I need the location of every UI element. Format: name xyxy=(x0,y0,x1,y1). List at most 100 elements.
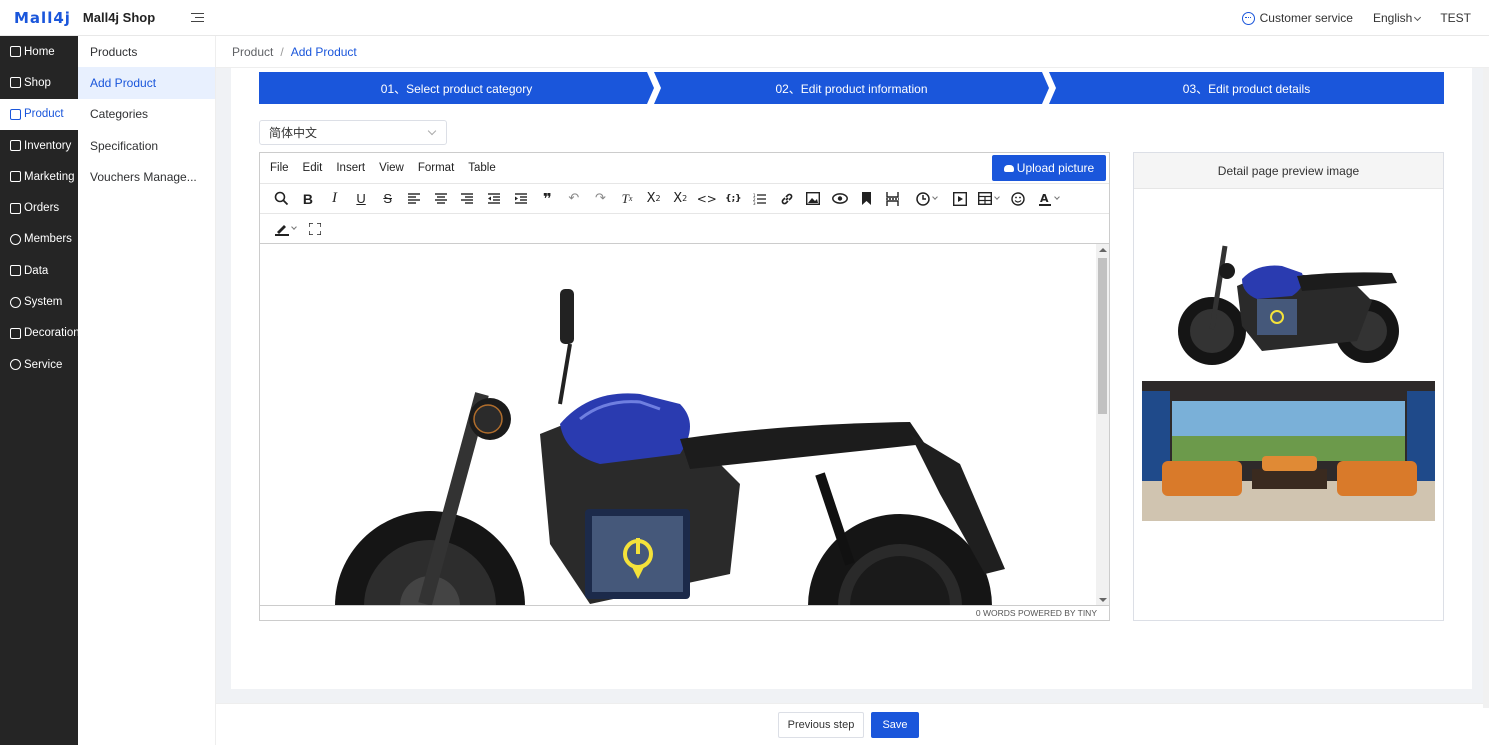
gift-icon xyxy=(10,171,21,183)
outdent-icon[interactable] xyxy=(481,188,508,210)
menu-collapse-icon[interactable] xyxy=(191,12,205,23)
sidebar-item-data[interactable]: Data xyxy=(0,255,78,286)
bookmark-icon[interactable] xyxy=(853,188,880,210)
user-menu[interactable]: TEST xyxy=(1440,11,1471,25)
subscript-icon[interactable]: X2 xyxy=(640,188,667,210)
fullscreen-icon[interactable] xyxy=(302,218,329,240)
data-icon xyxy=(10,265,21,277)
decoration-icon xyxy=(10,327,21,339)
preview-icon[interactable] xyxy=(826,188,853,210)
italic-icon[interactable]: I xyxy=(321,188,348,210)
code-sample-icon[interactable]: {;} xyxy=(720,188,747,210)
highlight-color-icon[interactable] xyxy=(268,218,302,240)
previous-step-button[interactable]: Previous step xyxy=(778,712,864,738)
logo: Mall4j xyxy=(14,8,71,27)
scroll-up-icon[interactable] xyxy=(1099,248,1107,252)
editor-content-area[interactable] xyxy=(260,244,1098,606)
sidebar-item-label: Shop xyxy=(24,76,51,89)
svg-text:A: A xyxy=(1040,192,1049,205)
chevron-down-icon xyxy=(1054,193,1060,200)
content-language-select[interactable]: 简体中文 xyxy=(259,120,447,145)
sidebar-item-marketing[interactable]: Marketing xyxy=(0,161,78,192)
sidebar-item-product[interactable]: Product xyxy=(0,98,78,130)
preview-motorcycle-image xyxy=(1178,245,1399,365)
indent-icon[interactable] xyxy=(507,188,534,210)
home-icon xyxy=(10,46,21,58)
submenu-item-categories[interactable]: Categories xyxy=(78,99,215,130)
align-right-icon[interactable] xyxy=(454,188,481,210)
sidebar-item-system[interactable]: System xyxy=(0,286,78,317)
align-left-icon[interactable] xyxy=(401,188,428,210)
emoji-icon[interactable] xyxy=(1005,188,1032,210)
breadcrumb-current: Add Product xyxy=(290,44,357,59)
upload-picture-button[interactable]: Upload picture xyxy=(992,155,1106,181)
datetime-icon[interactable] xyxy=(906,188,946,210)
sidebar-item-label: System xyxy=(24,296,63,309)
language-dropdown[interactable]: English xyxy=(1373,11,1422,25)
menu-table[interactable]: Table xyxy=(468,162,496,174)
shop-name: Mall4j Shop xyxy=(82,10,156,25)
sidebar-item-label: Inventory xyxy=(24,139,72,152)
sidebar-item-orders[interactable]: Orders xyxy=(0,192,78,223)
preview-living-room-image xyxy=(1142,381,1435,521)
page-break-icon[interactable] xyxy=(880,188,907,210)
save-button[interactable]: Save xyxy=(871,712,919,738)
sidebar-item-service[interactable]: Service xyxy=(0,349,78,380)
link-icon[interactable] xyxy=(773,188,800,210)
chevron-down-icon xyxy=(931,193,938,200)
editor-statusbar: 0 WORDS POWERED BY TINY xyxy=(260,605,1109,620)
step-3[interactable]: 03、Edit product details xyxy=(1049,72,1444,104)
main-panel: 01、Select product category 02、Edit produ… xyxy=(231,68,1472,689)
media-icon[interactable] xyxy=(946,188,973,210)
preview-title: Detail page preview image xyxy=(1134,153,1443,189)
sidebar-item-members[interactable]: Members xyxy=(0,224,78,255)
clear-format-icon[interactable]: Tx xyxy=(614,188,641,210)
blockquote-icon[interactable]: ❞ xyxy=(534,188,561,210)
menu-insert[interactable]: Insert xyxy=(336,162,365,174)
sidebar-item-shop[interactable]: Shop xyxy=(0,67,78,98)
text-color-icon[interactable]: A xyxy=(1031,188,1065,210)
underline-icon[interactable]: U xyxy=(348,188,375,210)
numbered-list-icon[interactable]: 123 xyxy=(747,188,774,210)
align-center-icon[interactable] xyxy=(428,188,455,210)
header-actions: Customer service English TEST xyxy=(1241,0,1471,36)
editor-scrollbar[interactable] xyxy=(1096,244,1109,606)
submenu-item-vouchers[interactable]: Vouchers Manage... xyxy=(78,161,215,192)
sidebar-item-decoration[interactable]: Decoration xyxy=(0,318,78,349)
customer-service-link[interactable]: Customer service xyxy=(1241,11,1353,25)
step-progress: 01、Select product category 02、Edit produ… xyxy=(259,72,1444,104)
breadcrumb-parent[interactable]: Product xyxy=(232,45,273,59)
scroll-down-icon[interactable] xyxy=(1099,598,1107,602)
shop-icon xyxy=(10,77,21,89)
redo-icon[interactable]: ↷ xyxy=(587,188,614,210)
sidebar-item-label: Product xyxy=(24,108,64,121)
sidebar-item-label: Members xyxy=(24,233,72,246)
submenu-item-products[interactable]: Products xyxy=(78,36,215,67)
footer-actions: Previous step Save xyxy=(216,703,1489,745)
submenu-item-specification[interactable]: Specification xyxy=(78,130,215,161)
scroll-thumb[interactable] xyxy=(1098,258,1107,414)
menu-edit[interactable]: Edit xyxy=(303,162,323,174)
superscript-icon[interactable]: X2 xyxy=(667,188,694,210)
table-icon[interactable] xyxy=(973,188,1005,210)
strikethrough-icon[interactable]: S xyxy=(374,188,401,210)
detail-preview-panel: Detail page preview image xyxy=(1133,152,1444,621)
find-icon[interactable] xyxy=(268,188,295,210)
menu-view[interactable]: View xyxy=(379,162,404,174)
menu-format[interactable]: Format xyxy=(418,162,454,174)
bold-icon[interactable]: B xyxy=(295,188,322,210)
breadcrumb: Product / Add Product xyxy=(216,36,1489,68)
sidebar-item-inventory[interactable]: Inventory xyxy=(0,130,78,161)
image-icon[interactable] xyxy=(800,188,827,210)
page-scrollbar[interactable] xyxy=(1483,68,1489,708)
editor-menubar: File Edit Insert View Format Table xyxy=(260,153,1109,184)
code-icon[interactable]: <> xyxy=(694,188,721,210)
undo-icon[interactable]: ↶ xyxy=(561,188,588,210)
upload-picture-label: Upload picture xyxy=(1016,161,1095,175)
step-2[interactable]: 02、Edit product information xyxy=(654,72,1049,104)
menu-file[interactable]: File xyxy=(270,162,289,174)
sidebar-item-home[interactable]: Home xyxy=(0,36,78,67)
editor-toolbar-row2 xyxy=(260,214,1109,244)
submenu-item-add-product[interactable]: Add Product xyxy=(78,67,215,99)
step-1[interactable]: 01、Select product category xyxy=(259,72,654,104)
